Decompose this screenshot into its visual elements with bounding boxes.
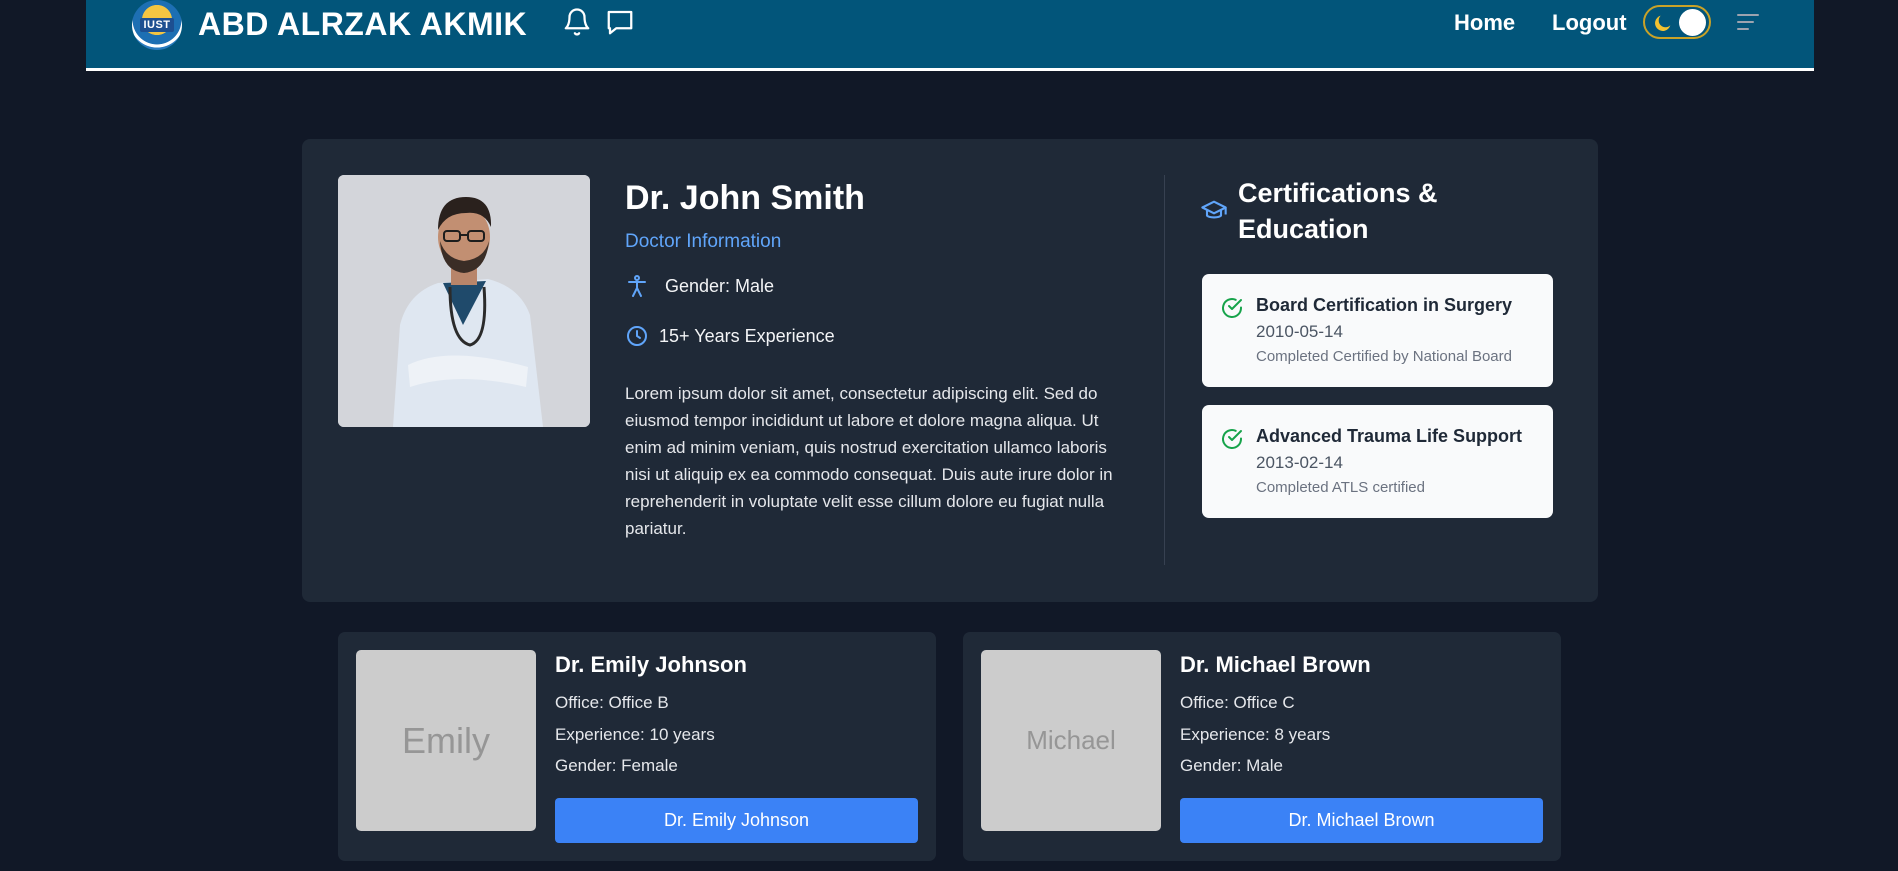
certification-title: Advanced Trauma Life Support (1256, 426, 1523, 446)
check-circle-icon (1222, 298, 1242, 318)
menu-icon[interactable] (1736, 12, 1760, 32)
doctor-profile-card: Dr. John Smith Doctor Information Gender… (302, 139, 1598, 602)
doctor-card-gender: Gender: Female (555, 756, 678, 775)
chat-icon[interactable] (605, 6, 635, 38)
logo-text: IUST (140, 18, 174, 32)
certifications-header: Certifications & Education (1200, 175, 1468, 247)
top-navbar: IUST ABD ALRZAK AKMIK Home Logout (86, 0, 1814, 71)
nav-home-link[interactable]: Home (1454, 10, 1515, 36)
toggle-knob (1679, 9, 1706, 36)
certification-note: Completed Certified by National Board (1256, 348, 1512, 365)
person-icon (628, 275, 646, 297)
doctor-subtitle: Doctor Information (625, 231, 782, 252)
section-divider (1164, 175, 1165, 565)
university-logo[interactable]: IUST (132, 0, 182, 50)
gender-text: Gender: Male (665, 275, 775, 296)
experience-row: 15+ Years Experience (625, 324, 835, 348)
doctor-photo-placeholder: Michael (981, 650, 1161, 831)
certification-item: Board Certification in Surgery 2010-05-1… (1202, 274, 1553, 387)
doctor-card-gender: Gender: Male (1180, 756, 1283, 775)
doctor-name: Dr. John Smith (625, 179, 865, 217)
doctor-card-emily: Emily Dr. Emily Johnson Office: Office B… (338, 632, 936, 861)
doctor-card-office: Office: Office B (555, 693, 669, 712)
doctor-card-experience: Experience: 8 years (1180, 725, 1331, 744)
view-doctor-button[interactable]: Dr. Emily Johnson (555, 798, 918, 843)
doctor-photo (338, 175, 590, 427)
doctor-bio: Lorem ipsum dolor sit amet, consectetur … (625, 384, 1113, 538)
moon-icon (1655, 15, 1671, 31)
doctor-card-office: Office: Office C (1180, 693, 1295, 712)
certification-note: Completed ATLS certified (1256, 479, 1425, 496)
certification-title: Board Certification in Surgery (1256, 295, 1513, 315)
view-doctor-button[interactable]: Dr. Michael Brown (1180, 798, 1543, 843)
graduation-cap-icon (1201, 200, 1227, 219)
doctor-card-experience: Experience: 10 years (555, 725, 715, 744)
check-circle-icon (1222, 429, 1242, 449)
doctor-card-name: Dr. Emily Johnson (555, 652, 747, 677)
theme-toggle[interactable] (1643, 5, 1711, 39)
brand-title[interactable]: ABD ALRZAK AKMIK (198, 6, 527, 43)
clock-icon (627, 326, 647, 346)
certification-item: Advanced Trauma Life Support 2013-02-14 … (1202, 405, 1553, 518)
certification-date: 2013-02-14 (1256, 453, 1343, 472)
bell-icon[interactable] (562, 6, 592, 38)
nav-logout-link[interactable]: Logout (1552, 10, 1627, 36)
doctor-card-name: Dr. Michael Brown (1180, 652, 1371, 677)
doctor-card-michael: Michael Dr. Michael Brown Office: Office… (963, 632, 1561, 861)
certification-date: 2010-05-14 (1256, 322, 1343, 341)
certifications-heading: Certifications & Education (1238, 178, 1438, 244)
doctor-photo-placeholder: Emily (356, 650, 536, 831)
gender-row: Gender: Male (625, 274, 774, 298)
experience-text: 15+ Years Experience (659, 325, 835, 346)
